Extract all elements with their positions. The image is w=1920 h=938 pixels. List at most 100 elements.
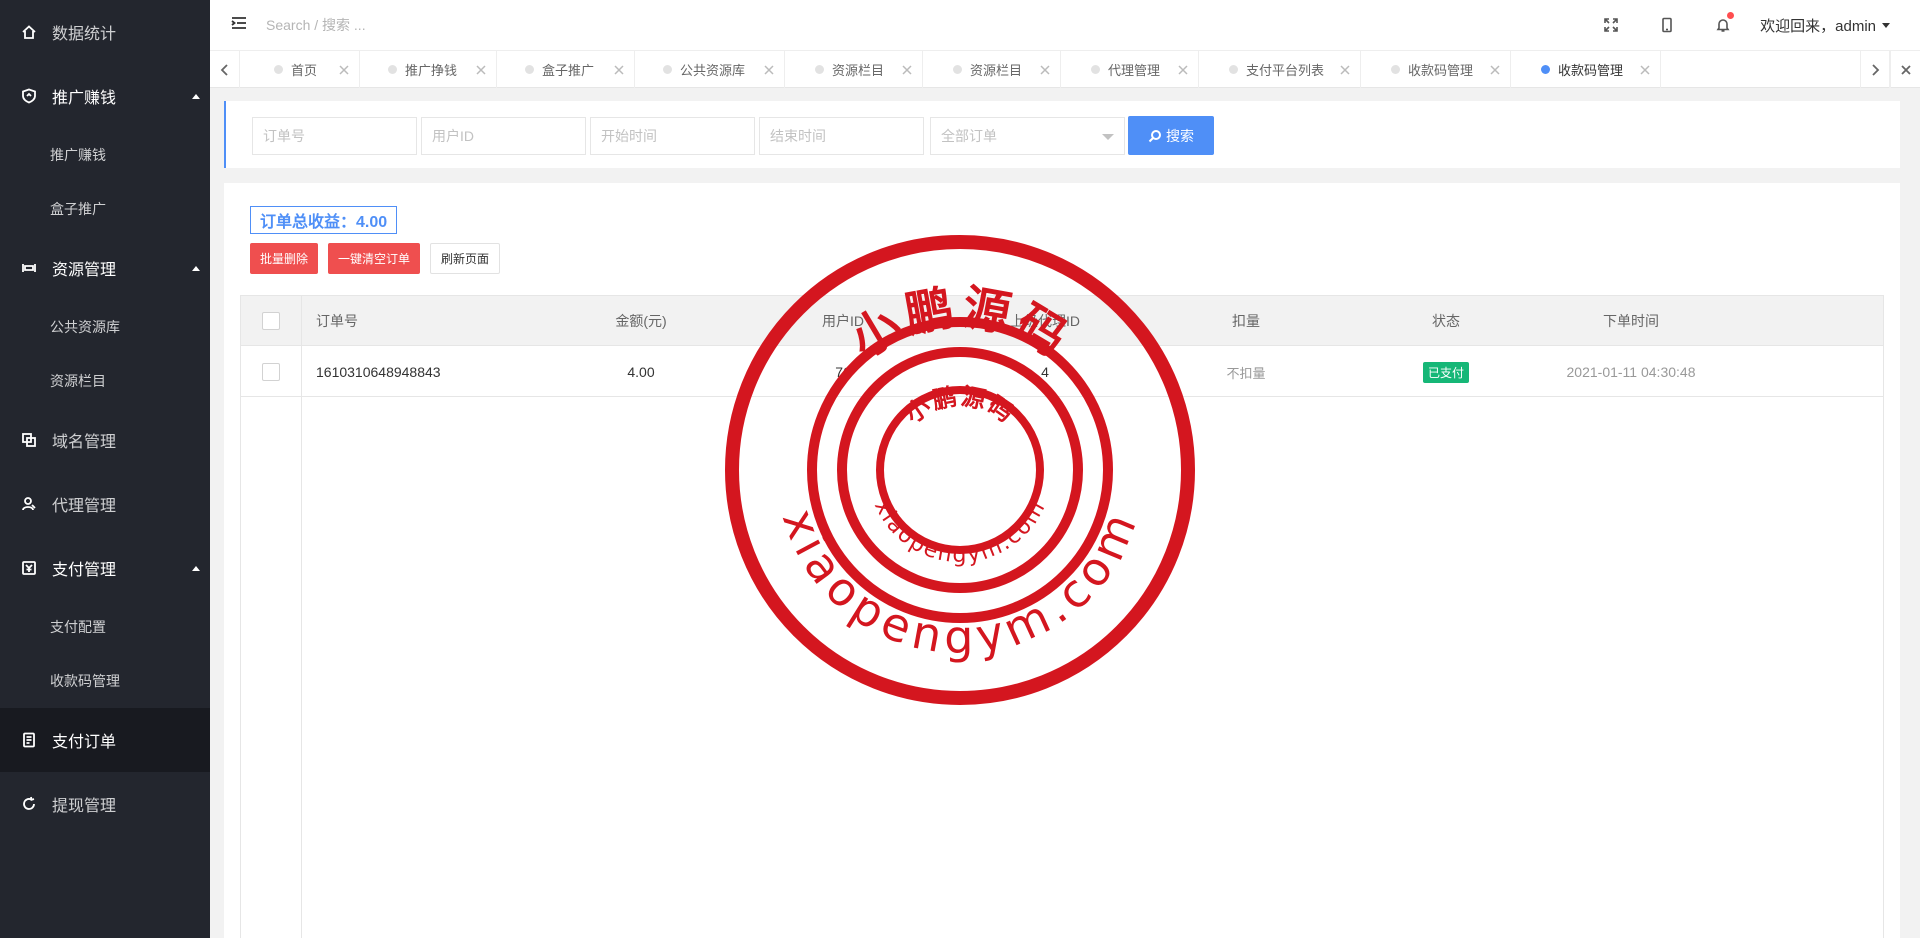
- close-icon[interactable]: [764, 63, 776, 75]
- nav-sub-label: 公共资源库: [50, 319, 120, 335]
- tab-dot: [388, 65, 397, 74]
- tab-public-resources[interactable]: 公共资源库: [635, 51, 785, 88]
- order-time-cell: 2021-01-11 04:30:48: [1566, 364, 1696, 380]
- column-header: 扣量: [1232, 313, 1260, 329]
- select-all-checkbox[interactable]: [262, 312, 280, 330]
- tab-label: 代理管理: [1108, 63, 1161, 78]
- nav-item-resources[interactable]: 资源管理: [0, 236, 210, 300]
- tab-dot: [953, 65, 962, 74]
- column-header: 金额(元): [615, 313, 667, 329]
- nav-item-payments[interactable]: 支付管理: [0, 536, 210, 600]
- tab-dot: [1391, 65, 1400, 74]
- tab-payment-platforms[interactable]: 支付平台列表: [1199, 51, 1361, 88]
- nav-item-agents[interactable]: 代理管理: [0, 472, 210, 536]
- close-icon[interactable]: [902, 63, 914, 75]
- tab-qrcode-manage[interactable]: 收款码管理: [1361, 51, 1511, 88]
- tab-dot: [1541, 65, 1550, 74]
- mobile-icon[interactable]: [1656, 14, 1678, 36]
- order-no-input[interactable]: [252, 117, 417, 155]
- domain-icon: [20, 431, 38, 449]
- nav-sub-public-resources[interactable]: 公共资源库: [0, 300, 210, 354]
- column-header: 下单时间: [1603, 313, 1659, 329]
- refresh-page-button[interactable]: 刷新页面: [430, 243, 500, 274]
- tab-qrcode-manage-active[interactable]: 收款码管理: [1511, 51, 1661, 88]
- menu-fold-icon[interactable]: [230, 14, 252, 36]
- tabs-prev-button[interactable]: [210, 51, 240, 88]
- orders-table: 订单号 金额(元) 用户ID 上级代理ID 扣量 状态 下单时间 1610310…: [240, 295, 1884, 938]
- end-time-input[interactable]: [759, 117, 924, 155]
- batch-delete-button[interactable]: 批量删除: [250, 243, 318, 274]
- search-button[interactable]: 搜索: [1128, 116, 1214, 155]
- user-menu[interactable]: 欢迎回来，admin: [1760, 15, 1890, 36]
- close-icon: [1900, 64, 1911, 75]
- bell-icon[interactable]: [1712, 12, 1734, 36]
- tab-label: 盒子推广: [542, 63, 595, 78]
- global-search-input[interactable]: [266, 10, 606, 40]
- nav-item-payment-orders[interactable]: 支付订单: [0, 708, 210, 772]
- agent-icon: [20, 495, 38, 513]
- user-id-input[interactable]: [421, 117, 586, 155]
- order-type-value: 全部订单: [941, 128, 997, 144]
- tab-dot: [663, 65, 672, 74]
- table-header: 订单号 金额(元) 用户ID 上级代理ID 扣量 状态 下单时间: [241, 296, 1883, 346]
- caret-down-icon: [1102, 134, 1114, 140]
- nav-item-label: 数据统计: [52, 26, 117, 43]
- nav-item-promotion[interactable]: 推广赚钱: [0, 64, 210, 128]
- chevron-up-icon: [192, 565, 200, 571]
- nav-sub-qrcode-manage[interactable]: 收款码管理: [0, 654, 210, 708]
- tab-resource-columns-2[interactable]: 资源栏目: [923, 51, 1061, 88]
- amount-cell: 4.00: [627, 364, 655, 380]
- tabs-next-button[interactable]: [1860, 51, 1890, 88]
- tab-resource-columns[interactable]: 资源栏目: [785, 51, 923, 88]
- orders-card: 订单总收益：4.00 批量删除 一键清空订单 刷新页面 订单号 金额(元) 用户…: [224, 183, 1900, 938]
- select-all-cell: [241, 296, 301, 346]
- nav-item-dashboard[interactable]: 数据统计: [0, 0, 210, 64]
- nav-sub-box-promotion[interactable]: 盒子推广: [0, 182, 210, 236]
- parent-agent-id-cell: 4: [1041, 364, 1049, 380]
- fullscreen-icon[interactable]: [1600, 14, 1622, 36]
- tab-dot: [1229, 65, 1238, 74]
- tab-promote-earn[interactable]: 推广挣钱: [360, 51, 497, 88]
- tab-agent-manage[interactable]: 代理管理: [1061, 51, 1199, 88]
- close-icon[interactable]: [1490, 63, 1502, 75]
- tab-label: 首页: [291, 63, 318, 78]
- column-divider: [301, 296, 302, 938]
- close-icon[interactable]: [1040, 63, 1052, 75]
- close-icon[interactable]: [476, 63, 488, 75]
- table-row[interactable]: 1610310648948843 4.00 76 4 不扣量 已支付 2021-…: [241, 347, 1883, 397]
- close-icon[interactable]: [1178, 63, 1190, 75]
- close-icon[interactable]: [339, 63, 351, 75]
- tab-home[interactable]: 首页: [240, 51, 360, 88]
- column-header: 用户ID: [822, 313, 864, 329]
- nav-sub-payment-config[interactable]: 支付配置: [0, 600, 210, 654]
- resource-icon: [20, 259, 38, 277]
- nav-sub-label: 盒子推广: [50, 201, 106, 217]
- nav-item-label: 提现管理: [52, 798, 117, 815]
- tab-dot: [815, 65, 824, 74]
- order-type-select[interactable]: 全部订单: [930, 117, 1125, 155]
- chevron-down-icon: [1882, 23, 1890, 28]
- tab-box-promotion[interactable]: 盒子推广: [497, 51, 635, 88]
- total-earnings-badge: 订单总收益：4.00: [250, 206, 398, 234]
- tab-dot: [1091, 65, 1100, 74]
- payment-icon: [20, 559, 38, 577]
- chevron-left-icon: [220, 63, 228, 76]
- clear-orders-button[interactable]: 一键清空订单: [328, 243, 420, 274]
- close-icon[interactable]: [614, 63, 626, 75]
- row-checkbox[interactable]: [262, 363, 280, 381]
- nav-item-withdrawals[interactable]: 提现管理: [0, 772, 210, 836]
- nav-item-label: 代理管理: [52, 498, 117, 515]
- nav-item-domains[interactable]: 域名管理: [0, 408, 210, 472]
- nav-sub-promotion[interactable]: 推广赚钱: [0, 128, 210, 182]
- column-header: 订单号: [316, 313, 358, 329]
- tab-label: 收款码管理: [1558, 63, 1624, 78]
- withdraw-icon: [20, 795, 38, 813]
- nav-sub-label: 收款码管理: [50, 673, 120, 689]
- start-time-input[interactable]: [590, 117, 755, 155]
- nav-sub-label: 支付配置: [50, 619, 106, 635]
- column-header: 上级代理ID: [1010, 313, 1080, 329]
- close-icon[interactable]: [1640, 63, 1652, 75]
- nav-sub-resource-columns[interactable]: 资源栏目: [0, 354, 210, 408]
- close-icon[interactable]: [1340, 63, 1352, 75]
- tabs-close-all-button[interactable]: [1890, 51, 1920, 88]
